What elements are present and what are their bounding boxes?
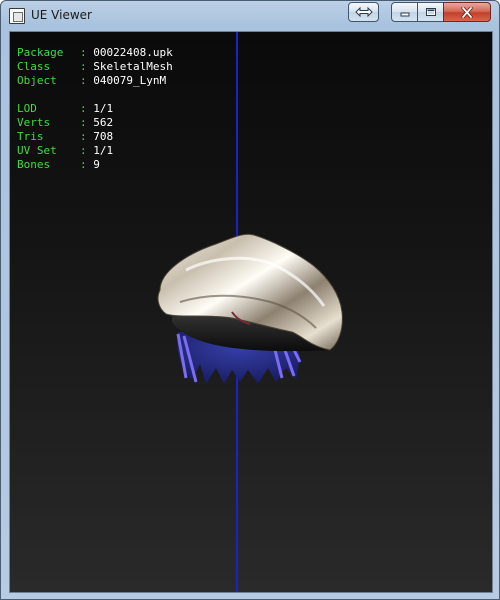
maximize-icon xyxy=(425,8,436,16)
window-title: UE Viewer xyxy=(31,8,92,22)
info-row-package: Package: 00022408.upk xyxy=(17,46,173,60)
info-label: Class xyxy=(17,60,51,73)
title-bar[interactable]: UE Viewer xyxy=(1,1,500,31)
maximize-button[interactable] xyxy=(417,2,444,22)
info-value: 00022408.upk xyxy=(93,46,173,59)
info-value: 1/1 xyxy=(93,144,114,157)
info-row-object: Object: 040079_LynM xyxy=(17,74,173,88)
restore-arrows-icon xyxy=(354,7,373,17)
info-row-lod: LOD: 1/1 xyxy=(17,102,173,116)
info-row-bones: Bones: 9 xyxy=(17,158,173,172)
info-label: Bones xyxy=(17,158,51,171)
info-row-tris: Tris: 708 xyxy=(17,130,173,144)
restore-toggle-button[interactable] xyxy=(348,2,379,22)
ue-viewer-window: UE Viewer Package: 00022408.upk Class:… xyxy=(0,0,500,600)
info-row-uv-set: UV Set: 1/1 xyxy=(17,144,173,158)
info-separator: : xyxy=(80,46,87,59)
info-separator: : xyxy=(80,74,87,87)
info-value: 040079_LynM xyxy=(93,74,167,87)
mesh-info-overlay: Package: 00022408.upk Class: SkeletalMes… xyxy=(17,46,173,172)
info-row-verts: Verts: 562 xyxy=(17,116,173,130)
info-value: 1/1 xyxy=(93,102,114,115)
info-label: LOD xyxy=(17,102,37,115)
info-separator: : xyxy=(80,102,87,115)
info-value: 708 xyxy=(93,130,114,143)
close-icon xyxy=(461,6,473,18)
info-label: Verts xyxy=(17,116,51,129)
info-separator: : xyxy=(80,130,87,143)
info-separator: : xyxy=(80,116,87,129)
info-value: 562 xyxy=(93,116,114,129)
close-button[interactable] xyxy=(443,2,491,22)
info-label: Object xyxy=(17,74,57,87)
3d-viewport[interactable]: Package: 00022408.upk Class: SkeletalMes… xyxy=(9,31,493,593)
info-row-class: Class: SkeletalMesh xyxy=(17,60,173,74)
minimize-icon xyxy=(400,12,409,17)
info-label: Tris xyxy=(17,130,44,143)
info-value: 9 xyxy=(93,158,100,171)
info-label: UV Set xyxy=(17,144,57,157)
app-window-icon xyxy=(9,8,25,24)
minimize-button[interactable] xyxy=(391,2,418,22)
info-separator: : xyxy=(80,144,87,157)
info-value: SkeletalMesh xyxy=(93,60,173,73)
info-separator: : xyxy=(80,60,87,73)
info-separator: : xyxy=(80,158,87,171)
info-label: Package xyxy=(17,46,64,59)
